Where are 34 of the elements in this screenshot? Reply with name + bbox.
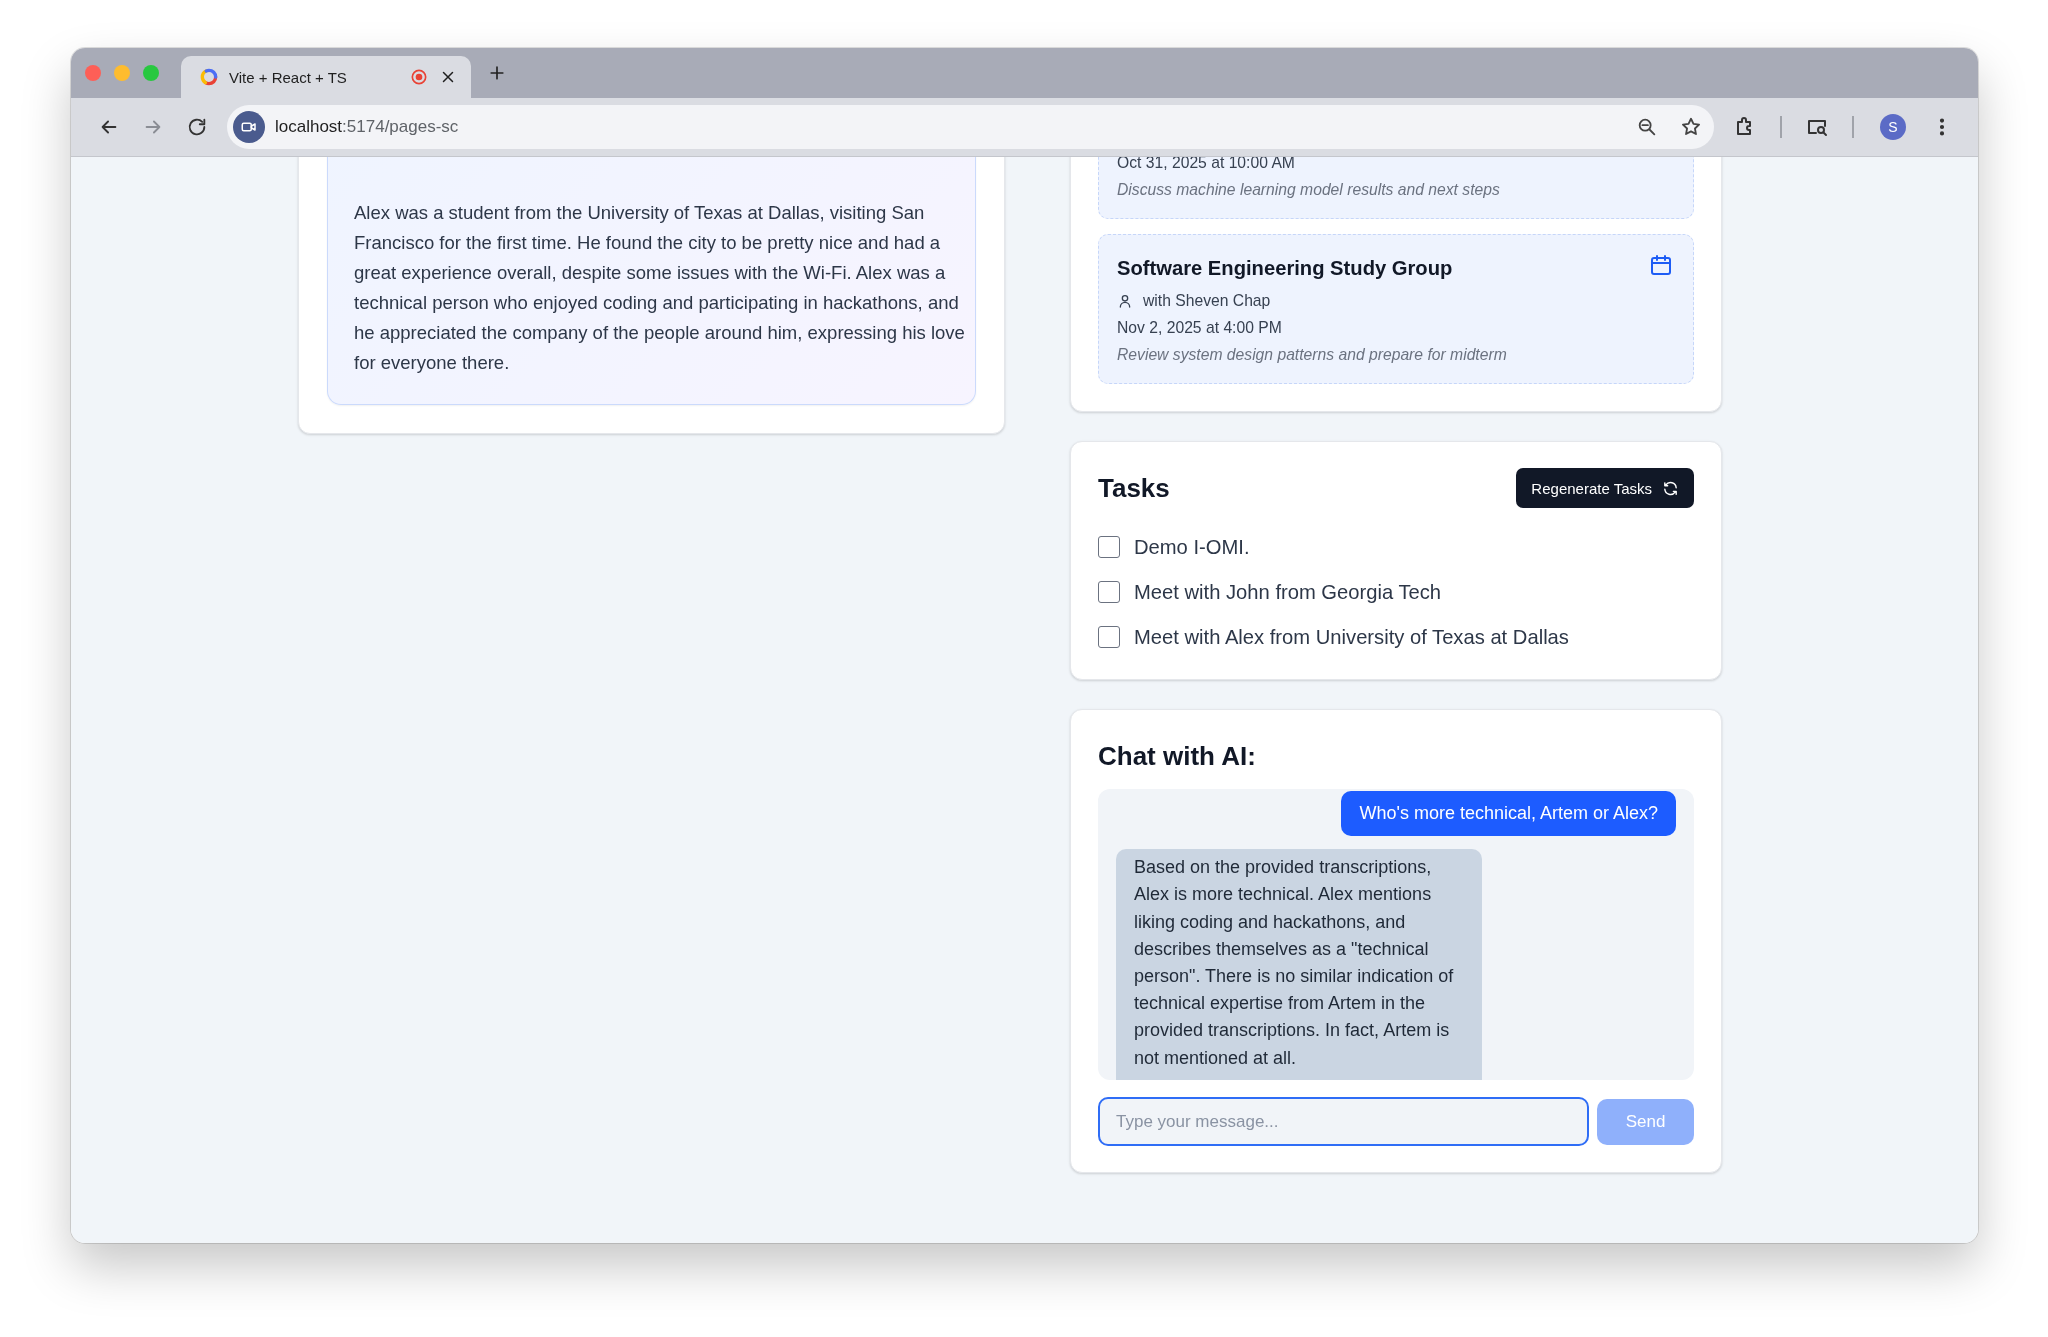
person-icon <box>1117 293 1133 309</box>
tasks-heading: Tasks <box>1098 472 1170 504</box>
summary-text: Alex was a student from the University of Texas at Dallas, visiting San Francisco for the first time. He found the city to be pretty nice and had a great experience overall, despite some issues with the Wi-Fi. Alex was a technical person who enjoyed coding and participating in hackathons, and he appreciated the company of the people around him, expressing his love for everyone there. <box>354 201 966 375</box>
meeting-item[interactable]: Software Engineering Study Group with Sheven Chap Nov 2, 2025 at 4:00 PM Review system design patterns and prepare for midterm <box>1098 234 1694 384</box>
meeting-date: Nov 2, 2025 at 4:00 PM <box>1117 318 1283 338</box>
regenerate-tasks-button[interactable]: Regenerate Tasks <box>1516 468 1694 508</box>
reload-icon[interactable] <box>186 116 208 138</box>
address-bar[interactable]: localhost:5174/pages-sc <box>227 105 1714 149</box>
task-label: Meet with John from Georgia Tech <box>1134 580 1442 604</box>
browser-tab[interactable]: Vite + React + TS <box>181 56 471 98</box>
task-checkbox[interactable] <box>1098 536 1120 558</box>
ai-message-bubble: Based on the provided transcriptions, Alex is more technical. Alex mentions liking coding and hackathons, and describes themselves as a "technical person". There is no similar indication of technical expertise from Artem in the provided transcriptions. In fact, Artem is not mentioned at all. <box>1116 849 1482 1080</box>
meeting-attendee: with Sheven Chap <box>1143 291 1271 311</box>
url-text: localhost:5174/pages-sc <box>275 117 460 137</box>
site-favicon-icon <box>199 67 219 87</box>
task-checkbox[interactable] <box>1098 626 1120 648</box>
meeting-item[interactable]: Oct 31, 2025 at 10:00 AM Discuss machine learning model results and next steps <box>1098 157 1694 219</box>
tab-title: Vite + React + TS <box>229 68 348 86</box>
calendar-icon[interactable] <box>1649 253 1673 277</box>
task-checkbox[interactable] <box>1098 581 1120 603</box>
task-label: Meet with Alex from University of Texas at Dallas <box>1134 625 1569 649</box>
site-info-button[interactable] <box>233 111 265 143</box>
refresh-icon <box>1662 479 1679 497</box>
task-label: Demo I-OMI. <box>1134 535 1250 559</box>
bookmark-star-icon[interactable] <box>1680 116 1702 138</box>
meeting-title: Software Engineering Study Group <box>1117 256 1453 281</box>
meeting-description: Discuss machine learning model results and next steps <box>1117 180 1501 200</box>
meeting-date: Oct 31, 2025 at 10:00 AM <box>1117 157 1296 173</box>
zoom-out-icon[interactable] <box>1636 116 1658 138</box>
meeting-description: Review system design patterns and prepare for midterm <box>1117 345 1508 365</box>
profile-avatar[interactable]: S <box>1880 114 1906 140</box>
user-message-bubble: Who's more technical, Artem or Alex? <box>1341 791 1676 837</box>
message-input-field[interactable]: Type your message... <box>1098 1097 1589 1146</box>
chat-heading: Chat with AI: <box>1098 740 1257 772</box>
